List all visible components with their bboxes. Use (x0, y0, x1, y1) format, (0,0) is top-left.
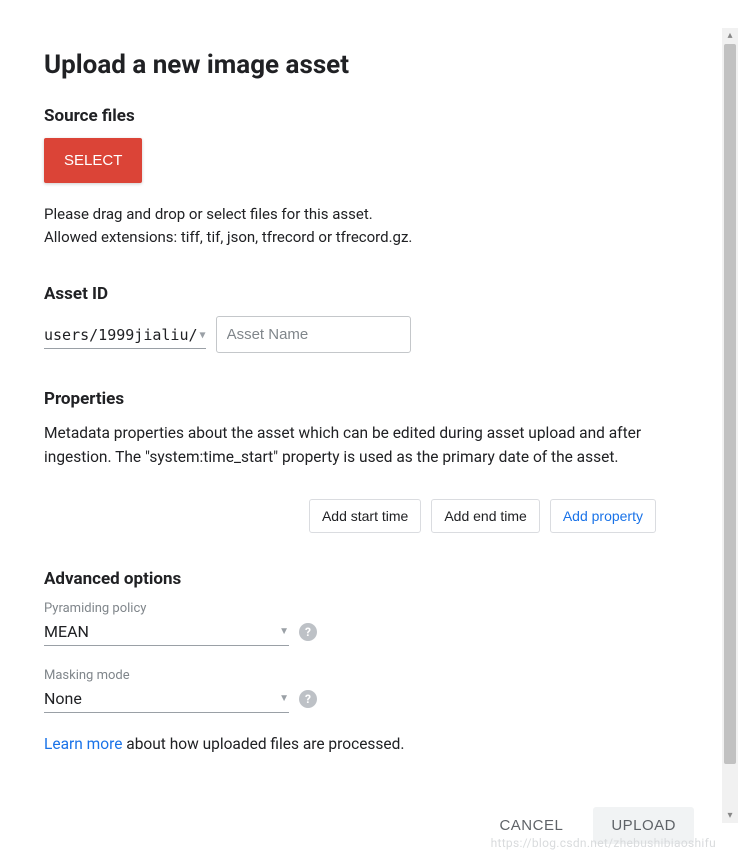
masking-field: Masking mode None ▼ ? (44, 668, 656, 713)
properties-header: Properties (44, 389, 656, 409)
pyramiding-value: MEAN (44, 622, 89, 641)
watermark-text: https://blog.csdn.net/zhebushibiaoshifu (491, 836, 716, 850)
select-files-button[interactable]: SELECT (44, 138, 142, 183)
pyramiding-field: Pyramiding policy MEAN ▼ ? (44, 601, 656, 646)
learn-more-line: Learn more about how uploaded files are … (44, 735, 656, 753)
hint-line-1: Please drag and drop or select files for… (44, 203, 656, 226)
add-end-time-button[interactable]: Add end time (431, 499, 540, 533)
asset-name-input[interactable] (216, 316, 411, 353)
pyramiding-policy-select[interactable]: MEAN ▼ (44, 618, 289, 646)
hint-line-2: Allowed extensions: tiff, tif, json, tfr… (44, 226, 656, 249)
learn-more-rest: about how uploaded files are processed. (122, 735, 404, 753)
masking-mode-select[interactable]: None ▼ (44, 685, 289, 713)
add-property-button[interactable]: Add property (550, 499, 656, 533)
chevron-down-icon: ▼ (279, 693, 289, 704)
property-buttons-row: Add start time Add end time Add property (44, 499, 656, 533)
masking-value: None (44, 689, 82, 708)
help-icon[interactable]: ? (299, 623, 317, 641)
learn-more-link[interactable]: Learn more (44, 735, 122, 753)
asset-path-dropdown[interactable]: users/1999jialiu/ ▼ (44, 320, 206, 349)
source-files-header: Source files (44, 106, 656, 126)
chevron-down-icon: ▼ (279, 626, 289, 637)
asset-id-row: users/1999jialiu/ ▼ (44, 316, 656, 353)
asset-id-header: Asset ID (44, 284, 656, 304)
scroll-down-icon[interactable]: ▾ (724, 810, 736, 822)
chevron-down-icon: ▼ (200, 330, 206, 341)
upload-asset-dialog: Upload a new image asset Source files SE… (0, 0, 700, 852)
source-hint: Please drag and drop or select files for… (44, 203, 656, 248)
scroll-up-icon[interactable]: ▴ (724, 30, 736, 42)
dialog-title: Upload a new image asset (44, 50, 656, 80)
masking-label: Masking mode (44, 668, 656, 683)
advanced-options-header: Advanced options (44, 569, 656, 589)
pyramiding-label: Pyramiding policy (44, 601, 656, 616)
scrollbar-thumb[interactable] (724, 44, 736, 764)
properties-description: Metadata properties about the asset whic… (44, 421, 656, 469)
add-start-time-button[interactable]: Add start time (309, 499, 421, 533)
help-icon[interactable]: ? (299, 690, 317, 708)
asset-path-value: users/1999jialiu/ (44, 326, 198, 344)
